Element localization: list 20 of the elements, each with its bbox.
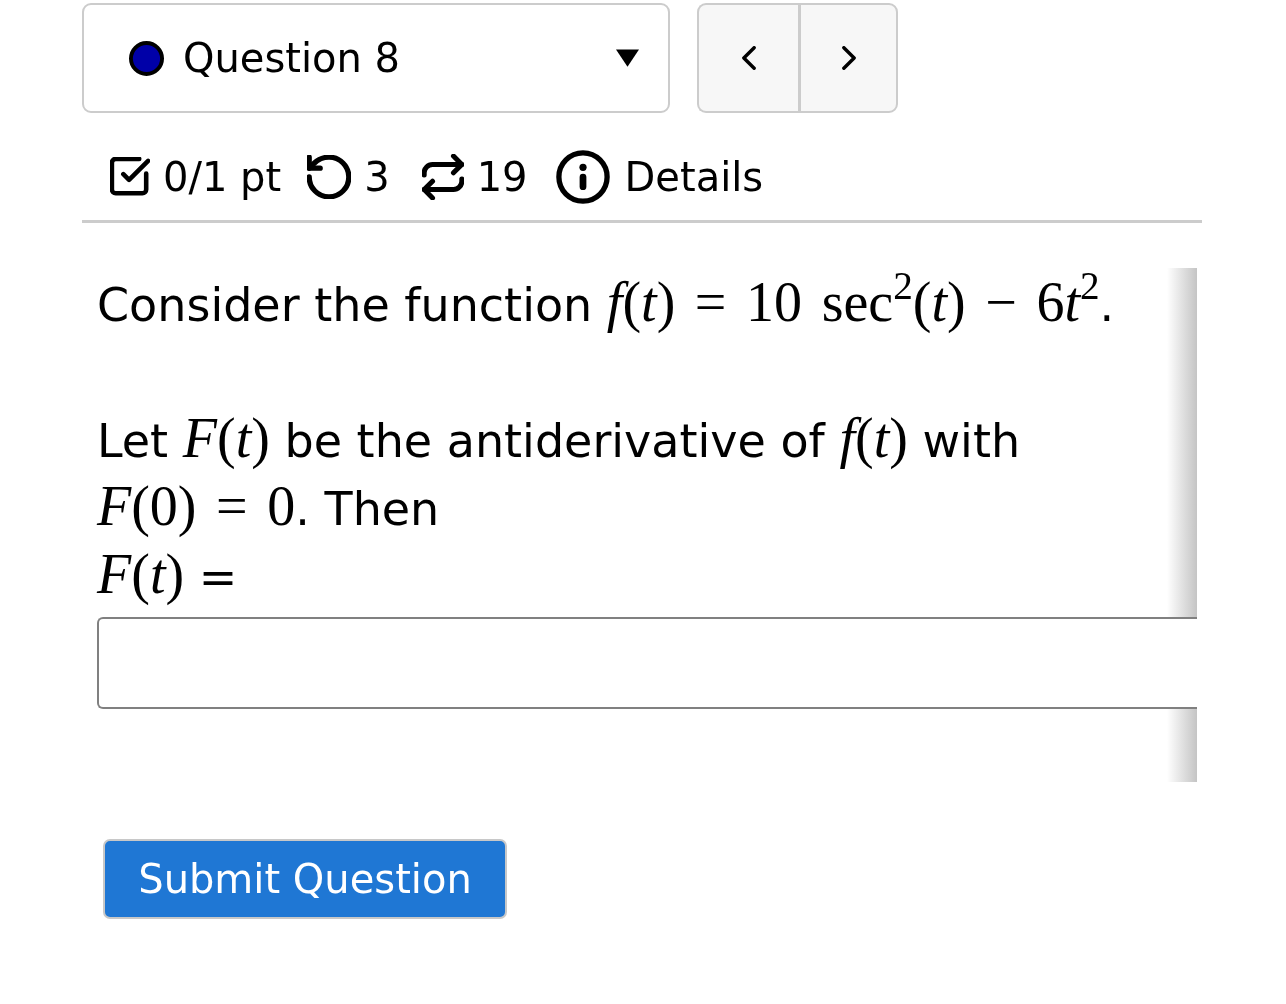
status-dot-icon	[129, 40, 164, 76]
chevron-right-icon	[841, 46, 856, 70]
chevron-left-icon	[741, 46, 756, 70]
question-selector[interactable]: Question 8	[82, 3, 670, 113]
versions-count: 19	[476, 154, 528, 200]
previous-button[interactable]	[697, 3, 798, 113]
rotate-ccw-icon	[307, 155, 352, 199]
attempts-count: 3	[364, 154, 390, 200]
repeat-icon	[421, 154, 464, 200]
details-button[interactable]: Details	[555, 150, 764, 204]
answer-label: F(t) =	[97, 543, 239, 607]
submit-button[interactable]: Submit Question	[103, 839, 507, 919]
info-icon	[555, 150, 610, 204]
question-text: Let F(t) be the antiderivative of f(t) with F(0) = 0. Then	[97, 407, 1022, 539]
caret-down-icon	[616, 49, 639, 67]
answer-field[interactable]	[97, 617, 1197, 709]
score-text: 0/1 pt	[163, 154, 282, 200]
checked-box-icon	[110, 157, 150, 197]
next-button[interactable]	[798, 3, 898, 113]
question-text: Consider the function f(t) = 10 sec$^{2}$(t) − 6t$^{2}$.	[97, 271, 1116, 335]
